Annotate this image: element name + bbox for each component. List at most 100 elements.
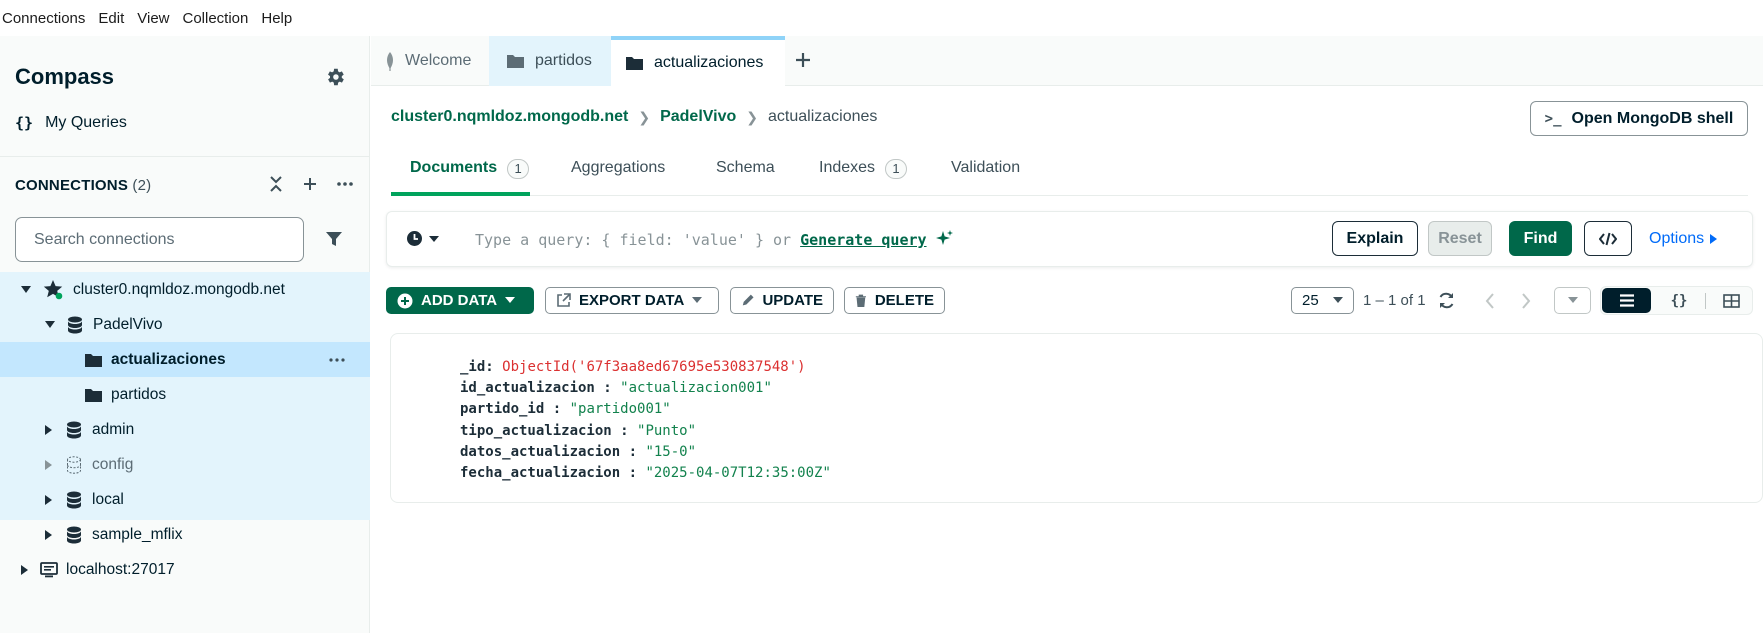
breadcrumb-database[interactable]: PadelVivo <box>660 108 736 126</box>
chevron-right-icon[interactable] <box>45 459 52 470</box>
filter-icon[interactable] <box>324 229 344 249</box>
more-actions-dropdown[interactable] <box>1554 287 1591 314</box>
field-value: "actualizacion001" <box>620 380 772 397</box>
tab-actualizaciones[interactable]: actualizaciones <box>611 36 785 86</box>
chevron-down-icon[interactable] <box>21 286 31 293</box>
find-button[interactable]: Find <box>1509 221 1572 256</box>
tab-partidos[interactable]: partidos <box>489 36 611 86</box>
delete-label: DELETE <box>874 292 934 309</box>
search-connections-input[interactable]: Search connections <box>15 217 304 262</box>
tab-label: partidos <box>535 52 592 69</box>
menu-help[interactable]: Help <box>261 10 292 27</box>
list-view-button[interactable] <box>1602 288 1651 313</box>
chevron-right-icon[interactable] <box>45 424 52 435</box>
chevron-right-icon[interactable] <box>45 529 52 540</box>
tree-item-actualizaciones[interactable]: actualizaciones <box>0 342 370 377</box>
folder-icon <box>626 57 643 70</box>
chevron-down-icon[interactable] <box>45 321 55 328</box>
menu-connections[interactable]: Connections <box>2 10 85 27</box>
page-size-select[interactable]: 25 <box>1291 287 1354 314</box>
tree-item-admin[interactable]: admin <box>0 412 370 447</box>
tree-item-partidos[interactable]: partidos <box>0 377 370 412</box>
menu-collection[interactable]: Collection <box>183 10 249 27</box>
tree-item-cluster[interactable]: cluster0.nqmldoz.mongodb.net <box>0 272 370 307</box>
next-page-icon[interactable] <box>1520 292 1532 310</box>
refresh-icon[interactable] <box>1437 291 1456 310</box>
menu-view[interactable]: View <box>137 10 169 27</box>
table-view-button[interactable] <box>1713 290 1749 312</box>
query-placeholder: Type a query: { field: 'value' } or <box>475 231 792 249</box>
json-view-button[interactable]: {} <box>1661 290 1697 312</box>
options-toggle[interactable]: Options <box>1649 230 1718 248</box>
subtab-label: Validation <box>951 159 1021 176</box>
export-data-button[interactable]: EXPORT DATA <box>545 287 719 314</box>
my-queries-link[interactable]: {} My Queries <box>15 114 127 132</box>
count-badge: 1 <box>885 159 908 179</box>
gear-icon[interactable] <box>324 66 346 88</box>
caret-down-icon <box>429 235 439 242</box>
document-card[interactable]: _id: ObjectId('67f3aa8ed67695e530837548'… <box>390 333 1763 503</box>
braces-icon: {} <box>15 114 34 132</box>
chevron-right-icon[interactable] <box>45 494 52 505</box>
subtab-label: Schema <box>716 159 775 176</box>
tab-aggregations[interactable]: Aggregations <box>571 154 665 196</box>
tab-schema[interactable]: Schema <box>716 154 775 196</box>
tree-item-sample-mflix[interactable]: sample_mflix <box>0 517 370 552</box>
tree-item-config[interactable]: config <box>0 447 370 482</box>
field-value: "partido001" <box>569 401 671 418</box>
database-icon <box>68 316 82 333</box>
tree-item-localhost[interactable]: localhost:27017 <box>0 552 370 587</box>
connections-count: (2) <box>132 177 152 194</box>
tree-item-label: sample_mflix <box>92 525 183 543</box>
query-history-button[interactable] <box>406 230 439 247</box>
plus-icon[interactable] <box>302 174 318 194</box>
tab-documents[interactable]: Documents 1 <box>391 154 530 196</box>
add-data-label: ADD DATA <box>421 292 498 309</box>
tree-item-label: PadelVivo <box>93 315 163 333</box>
caret-down-icon <box>1333 297 1343 303</box>
document-field: partido_id : "partido001" <box>460 401 671 418</box>
field-key: tipo_actualizacion <box>460 422 612 439</box>
new-tab-plus-icon[interactable] <box>794 51 812 69</box>
tab-validation[interactable]: Validation <box>951 154 1020 196</box>
menu-edit[interactable]: Edit <box>98 10 124 27</box>
generate-query-link[interactable]: Generate query <box>800 231 926 249</box>
document-fields: _id: ObjectId('67f3aa8ed67695e530837548'… <box>460 357 831 484</box>
field-key: fecha_actualizacion <box>460 465 621 482</box>
caret-down-icon <box>692 297 703 303</box>
code-view-button[interactable] <box>1584 221 1632 256</box>
ellipsis-icon[interactable] <box>328 357 346 363</box>
add-data-button[interactable]: ADD DATA <box>386 287 534 314</box>
update-button[interactable]: UPDATE <box>730 287 834 314</box>
connections-label: CONNECTIONS <box>15 177 129 194</box>
ellipsis-icon[interactable] <box>336 174 354 194</box>
field-value: "Punto" <box>637 422 697 439</box>
tree-item-label: cluster0.nqmldoz.mongodb.net <box>73 280 285 298</box>
divider <box>0 156 370 157</box>
field-key: partido_id <box>460 401 545 418</box>
breadcrumb-cluster[interactable]: cluster0.nqmldoz.mongodb.net <box>391 108 628 126</box>
folder-icon <box>85 353 102 367</box>
tree-item-local[interactable]: local <box>0 482 370 517</box>
caret-right-icon <box>1710 234 1718 244</box>
delete-button[interactable]: DELETE <box>844 287 945 314</box>
collapse-all-icon[interactable] <box>268 174 284 194</box>
computer-icon <box>40 561 58 577</box>
tab-bar: Welcome partidos actualizaciones <box>371 36 1763 86</box>
tree-item-label: localhost:27017 <box>66 560 175 578</box>
reset-button[interactable]: Reset <box>1428 221 1492 256</box>
tree-item-label: local <box>92 490 124 508</box>
tab-welcome[interactable]: Welcome <box>371 36 489 86</box>
export-data-label: EXPORT DATA <box>579 292 685 309</box>
explain-button[interactable]: Explain <box>1332 221 1418 256</box>
star-icon <box>43 279 63 299</box>
chevron-right-icon: ❯ <box>638 108 651 125</box>
tree-item-label: config <box>92 455 134 473</box>
tab-indexes[interactable]: Indexes 1 <box>819 154 908 196</box>
prev-page-icon[interactable] <box>1484 292 1496 310</box>
open-shell-button[interactable]: >_ Open MongoDB shell <box>1530 101 1748 136</box>
query-input[interactable]: Type a query: { field: 'value' } or Gene… <box>475 230 954 249</box>
tree-item-padelvivo[interactable]: PadelVivo <box>0 307 370 342</box>
chevron-right-icon[interactable] <box>21 564 28 575</box>
terminal-icon: >_ <box>1544 110 1562 127</box>
